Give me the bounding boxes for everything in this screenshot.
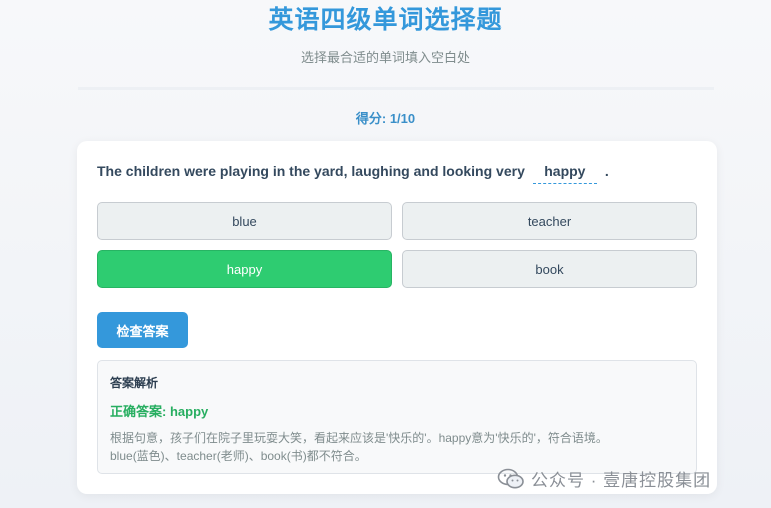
watermark-text: 公众号 · 壹唐控股集团	[531, 471, 712, 490]
question-end: .	[604, 163, 609, 179]
option-book[interactable]: book	[402, 250, 697, 288]
explanation-text: 根据句意，孩子们在院子里玩耍大笑，看起来应该是'快乐的'。happy意为'快乐的…	[110, 429, 684, 465]
explanation-panel: 答案解析 正确答案: happy 根据句意，孩子们在院子里玩耍大笑，看起来应该是…	[97, 360, 697, 474]
explanation-line-2: blue(蓝色)、teacher(老师)、book(书)都不符合。	[110, 449, 367, 463]
question-sentence: The children were playing in the yard, l…	[97, 163, 609, 184]
option-happy[interactable]: happy	[97, 250, 392, 288]
explanation-line-1: 根据句意，孩子们在院子里玩耍大笑，看起来应该是'快乐的'。happy意为'快乐的…	[110, 431, 608, 445]
page-title: 英语四级单词选择题	[268, 6, 503, 34]
page-header: 英语四级单词选择题 选择最合适的单词填入空白处	[0, 0, 771, 66]
option-teacher[interactable]: teacher	[402, 202, 697, 240]
check-answer-button[interactable]: 检查答案	[97, 312, 188, 348]
correct-answer-value: happy	[169, 404, 209, 419]
correct-answer: 正确答案: happy	[110, 401, 684, 420]
option-blue[interactable]: blue	[97, 202, 392, 240]
score-value: 1/10	[389, 111, 416, 126]
wechat-icon	[497, 468, 524, 488]
score-display: 得分: 1/10	[0, 108, 771, 127]
correct-answer-label: 正确答案:	[110, 404, 167, 419]
explanation-title: 答案解析	[110, 376, 159, 390]
answer-blank: happy	[532, 163, 597, 184]
options-grid: blue teacher happy book	[97, 202, 697, 288]
question-card: The children were playing in the yard, l…	[77, 141, 717, 494]
score-label: 得分:	[355, 111, 387, 126]
question-text: The children were playing in the yard, l…	[97, 163, 525, 179]
header-divider	[78, 87, 714, 90]
page-subtitle: 选择最合适的单词填入空白处	[300, 50, 470, 65]
watermark: 公众号 · 壹唐控股集团	[497, 466, 711, 491]
